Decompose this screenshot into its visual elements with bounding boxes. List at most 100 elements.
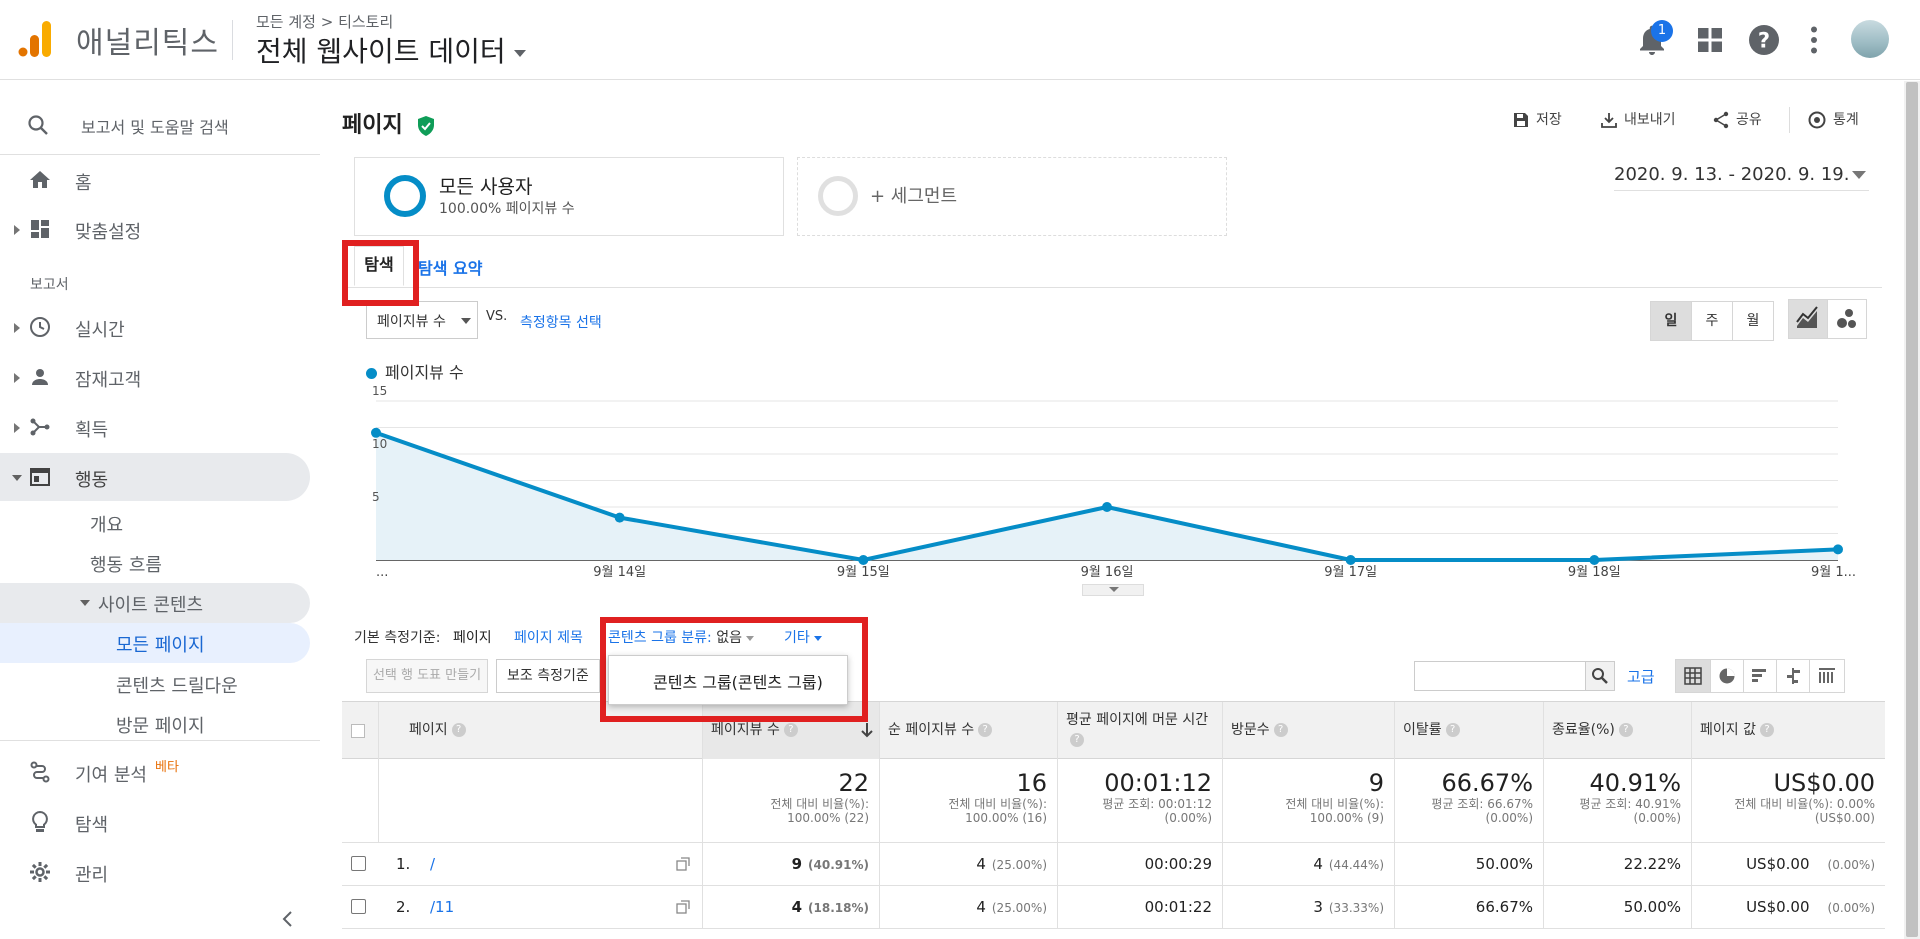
row-page-link[interactable]: /11 [430, 886, 454, 929]
table-row: 1. / 9 (40.91%) 4 (25.00%) 00:00:29 4 (44.4… [342, 843, 1885, 886]
help-icon[interactable]: ? [1746, 22, 1782, 58]
dropdown-item-content-group[interactable]: 콘텐츠 그룹(콘텐츠 그룹) [653, 669, 823, 693]
view-comparison-button[interactable] [1776, 659, 1810, 693]
sidebar-item-behavior-flow[interactable]: 행동 흐름 [90, 551, 162, 577]
account-avatar[interactable] [1851, 20, 1889, 58]
column-header-label: 페이지 [409, 722, 448, 738]
help-icon[interactable]: ? [1070, 733, 1084, 747]
sidebar-item-audience[interactable]: 잠재고객 [0, 353, 310, 401]
open-external-icon[interactable] [676, 857, 690, 871]
row-checkbox[interactable] [351, 899, 366, 914]
app-name[interactable]: 애널리틱스 [76, 18, 219, 62]
view-performance-button[interactable] [1743, 659, 1777, 693]
column-header-page-value[interactable]: 페이지 값? [1691, 702, 1885, 760]
main-content: 페이지 저장 내보내기 공유 통계 모든 사용자 100.00% 페이지뷰 수 … [342, 81, 1902, 939]
analytics-logo-icon[interactable] [18, 19, 54, 59]
bar-chart-icon [1752, 669, 1766, 682]
sidebar-item-admin[interactable]: 관리 [0, 848, 310, 896]
cell-exit-rate: 22.22% [1543, 843, 1691, 886]
beta-badge: 베타 [155, 760, 179, 775]
sort-descending-icon [861, 723, 873, 738]
help-icon[interactable]: ? [783, 723, 798, 737]
sidebar-item-all-pages[interactable]: 모든 페이지 [0, 623, 310, 663]
dimension-page-title[interactable]: 페이지 제목 [514, 627, 583, 647]
chart-data-point [1833, 544, 1843, 555]
sidebar-item-customization[interactable]: 맞춤설정 [0, 205, 310, 253]
behavior-window-icon [30, 468, 50, 486]
help-icon[interactable]: ? [1618, 723, 1633, 737]
clock-icon [30, 317, 50, 337]
collapse-arrow-icon [12, 475, 22, 481]
view-table-button[interactable] [1675, 659, 1711, 693]
total-value: US$0.00 [1773, 769, 1875, 797]
help-icon[interactable]: ? [1759, 723, 1774, 737]
cell-unique-pageviews: 4 (25.00%) [879, 886, 1057, 929]
total-entrances: 9 전체 대비 비율(%): 100.00% (9) [1222, 759, 1394, 843]
sidebar-item-acquisition[interactable]: 획득 [0, 403, 310, 451]
secondary-dimension-select[interactable]: 보조 측정기준 [496, 659, 600, 693]
chart-x-tick-label: 9월 1... [1811, 565, 1856, 580]
column-header-entrances[interactable]: 방문수? [1222, 702, 1394, 760]
sidebar-item-home[interactable]: 홈 [0, 156, 310, 204]
help-icon[interactable]: ? [1273, 723, 1288, 737]
scrollbar-thumb[interactable] [1906, 82, 1918, 937]
sidebar-item-realtime[interactable]: 실시간 [0, 303, 310, 351]
column-header-bounce-rate[interactable]: 이탈률? [1394, 702, 1543, 760]
cell-unique-pageviews: 4 (25.00%) [879, 843, 1057, 886]
collapse-sidebar-icon[interactable] [278, 909, 298, 929]
help-icon[interactable]: ? [451, 723, 466, 737]
total-caption: (0.00%) [1633, 811, 1681, 825]
breadcrumb[interactable]: 모든 계정 > 티스토리 [256, 11, 393, 32]
chart-data-point [1102, 502, 1112, 512]
column-header-label: 순 페이지뷰 수 [888, 722, 975, 738]
row-checkbox[interactable] [351, 856, 366, 871]
column-header-exit-rate[interactable]: 종료율(%)? [1543, 702, 1691, 760]
sidebar-item-label: 관리 [75, 865, 109, 886]
sidebar-item-landing-pages[interactable]: 방문 페이지 [116, 712, 205, 738]
column-header-avg-time[interactable]: 평균 페이지에 머문 시간? [1057, 702, 1222, 760]
dimension-page[interactable]: 페이지 [453, 627, 492, 647]
help-icon[interactable]: ? [1445, 723, 1460, 737]
pageviews-line-chart: 15 10 5 ... 9월 14일 9월 15일 9월 16일 9월 17일 9월 18일 9… [371, 384, 1856, 580]
header-divider [232, 20, 233, 60]
cell-pct: (25.00%) [991, 858, 1047, 872]
row-page-link[interactable]: / [430, 843, 435, 886]
sidebar-item-site-content[interactable]: 사이트 콘텐츠 [0, 583, 310, 623]
help-icon[interactable]: ? [978, 723, 993, 737]
sidebar: 보고서 및 도움말 검색 홈 맞춤설정 보고서 실시간 잠재고객 획득 행동 개… [0, 81, 320, 939]
chart-resize-handle[interactable] [1082, 584, 1144, 596]
sidebar-item-behavior[interactable]: 행동 [0, 453, 310, 501]
cell-entrances: 4 (44.44%) [1222, 843, 1394, 886]
total-value: 00:01:12 [1104, 769, 1212, 797]
open-external-icon[interactable] [676, 900, 690, 914]
tab-explorer[interactable]: 탐색 [354, 246, 404, 286]
view-pie-button[interactable] [1710, 659, 1744, 693]
cell-entrances: 3 (33.33%) [1222, 886, 1394, 929]
home-icon [30, 171, 50, 188]
select-all-checkbox[interactable] [351, 724, 365, 738]
total-caption: 평균 조회: 66.67% [1431, 797, 1533, 811]
row-number: 1. [396, 855, 411, 873]
apps-grid-icon[interactable] [1692, 22, 1728, 58]
plot-rows-button[interactable]: 선택 행 도표 만들기 [366, 659, 488, 693]
view-pivot-button[interactable] [1809, 659, 1845, 693]
column-header-label: 페이지 값 [1700, 722, 1756, 738]
total-caption: 100.00% (16) [965, 811, 1047, 825]
table-search-button[interactable] [1585, 661, 1615, 691]
sidebar-item-content-drilldown[interactable]: 콘텐츠 드릴다운 [116, 672, 238, 698]
column-header-unique-pageviews[interactable]: 순 페이지뷰 수? [879, 702, 1057, 760]
sidebar-item-attribution[interactable]: 기여 분석 베타 [0, 748, 310, 796]
sidebar-item-behavior-overview[interactable]: 개요 [90, 511, 123, 537]
advanced-filter-link[interactable]: 고급 [1627, 666, 1655, 687]
view-selector[interactable]: 전체 웹사이트 데이터 [256, 30, 526, 70]
more-vert-icon[interactable] [1796, 22, 1832, 58]
sidebar-section-reports: 보고서 [30, 277, 69, 293]
chart-area-shape [376, 432, 1838, 560]
svg-text:?: ? [1758, 29, 1770, 53]
sidebar-item-discover[interactable]: 탐색 [0, 798, 310, 846]
sidebar-search[interactable]: 보고서 및 도움말 검색 [0, 97, 310, 153]
total-caption: 전체 대비 비율(%): [948, 797, 1047, 811]
table-search-input[interactable] [1414, 661, 1586, 691]
column-header-label: 페이지뷰 수 [711, 722, 780, 738]
other-dimension-dropdown: 콘텐츠 그룹(콘텐츠 그룹) [608, 655, 848, 705]
